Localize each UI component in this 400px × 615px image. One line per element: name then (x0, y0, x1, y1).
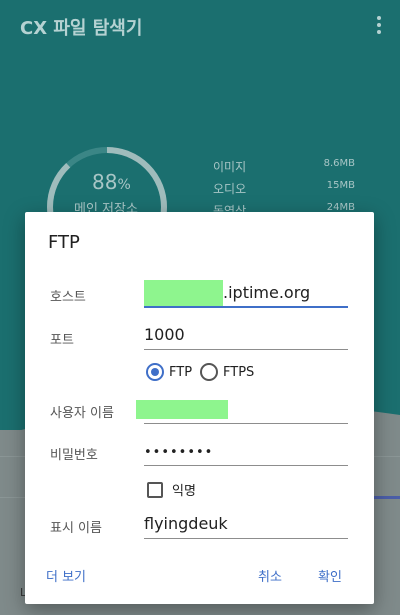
ok-button[interactable]: 확인 (318, 566, 342, 585)
radio-ftps-indicator (200, 363, 218, 381)
app-title: CX 파일 탐색기 (20, 18, 143, 39)
anonymous-checkbox-box (147, 481, 163, 498)
port-value: 1000 (144, 325, 185, 344)
radio-ftp[interactable]: FTP (146, 363, 192, 381)
password-value: •••••••• (144, 445, 214, 460)
password-field[interactable]: •••••••• (144, 436, 348, 466)
username-redaction (136, 400, 228, 419)
host-value-suffix: .iptime.org (223, 283, 311, 302)
anonymous-label: 익명 (172, 484, 196, 499)
username-field[interactable] (136, 394, 348, 424)
host-redaction (144, 280, 223, 306)
background-tab-indicator (374, 496, 400, 499)
port-label: 포트 (50, 333, 74, 348)
more-button[interactable]: 더 보기 (46, 566, 86, 585)
ftp-dialog: FTP 호스트 .iptime.org 포트 1000 FTP FTPS 사용자… (25, 212, 374, 604)
host-field[interactable]: .iptime.org (144, 278, 348, 308)
overflow-menu-icon[interactable] (376, 16, 382, 34)
display-name-field[interactable]: flyingdeuk (144, 509, 348, 539)
radio-ftp-indicator (146, 363, 164, 381)
radio-ftp-label: FTP (169, 364, 193, 380)
stat-row-audio[interactable]: 오디오 15MB (213, 180, 355, 202)
username-label: 사용자 이름 (50, 406, 114, 421)
stat-row-images[interactable]: 이미지 8.6MB (213, 158, 355, 180)
host-label: 호스트 (50, 290, 86, 305)
storage-percent: 88% (92, 170, 131, 194)
port-field[interactable]: 1000 (144, 320, 348, 350)
display-name-value: flyingdeuk (144, 514, 228, 533)
radio-ftps-label: FTPS (223, 364, 255, 380)
password-label: 비밀번호 (50, 448, 98, 463)
display-name-label: 표시 이름 (50, 521, 102, 536)
anonymous-checkbox[interactable]: 익명 (147, 480, 196, 499)
cancel-button[interactable]: 취소 (258, 566, 282, 585)
dialog-title: FTP (48, 232, 80, 253)
radio-ftps[interactable]: FTPS (200, 363, 254, 381)
